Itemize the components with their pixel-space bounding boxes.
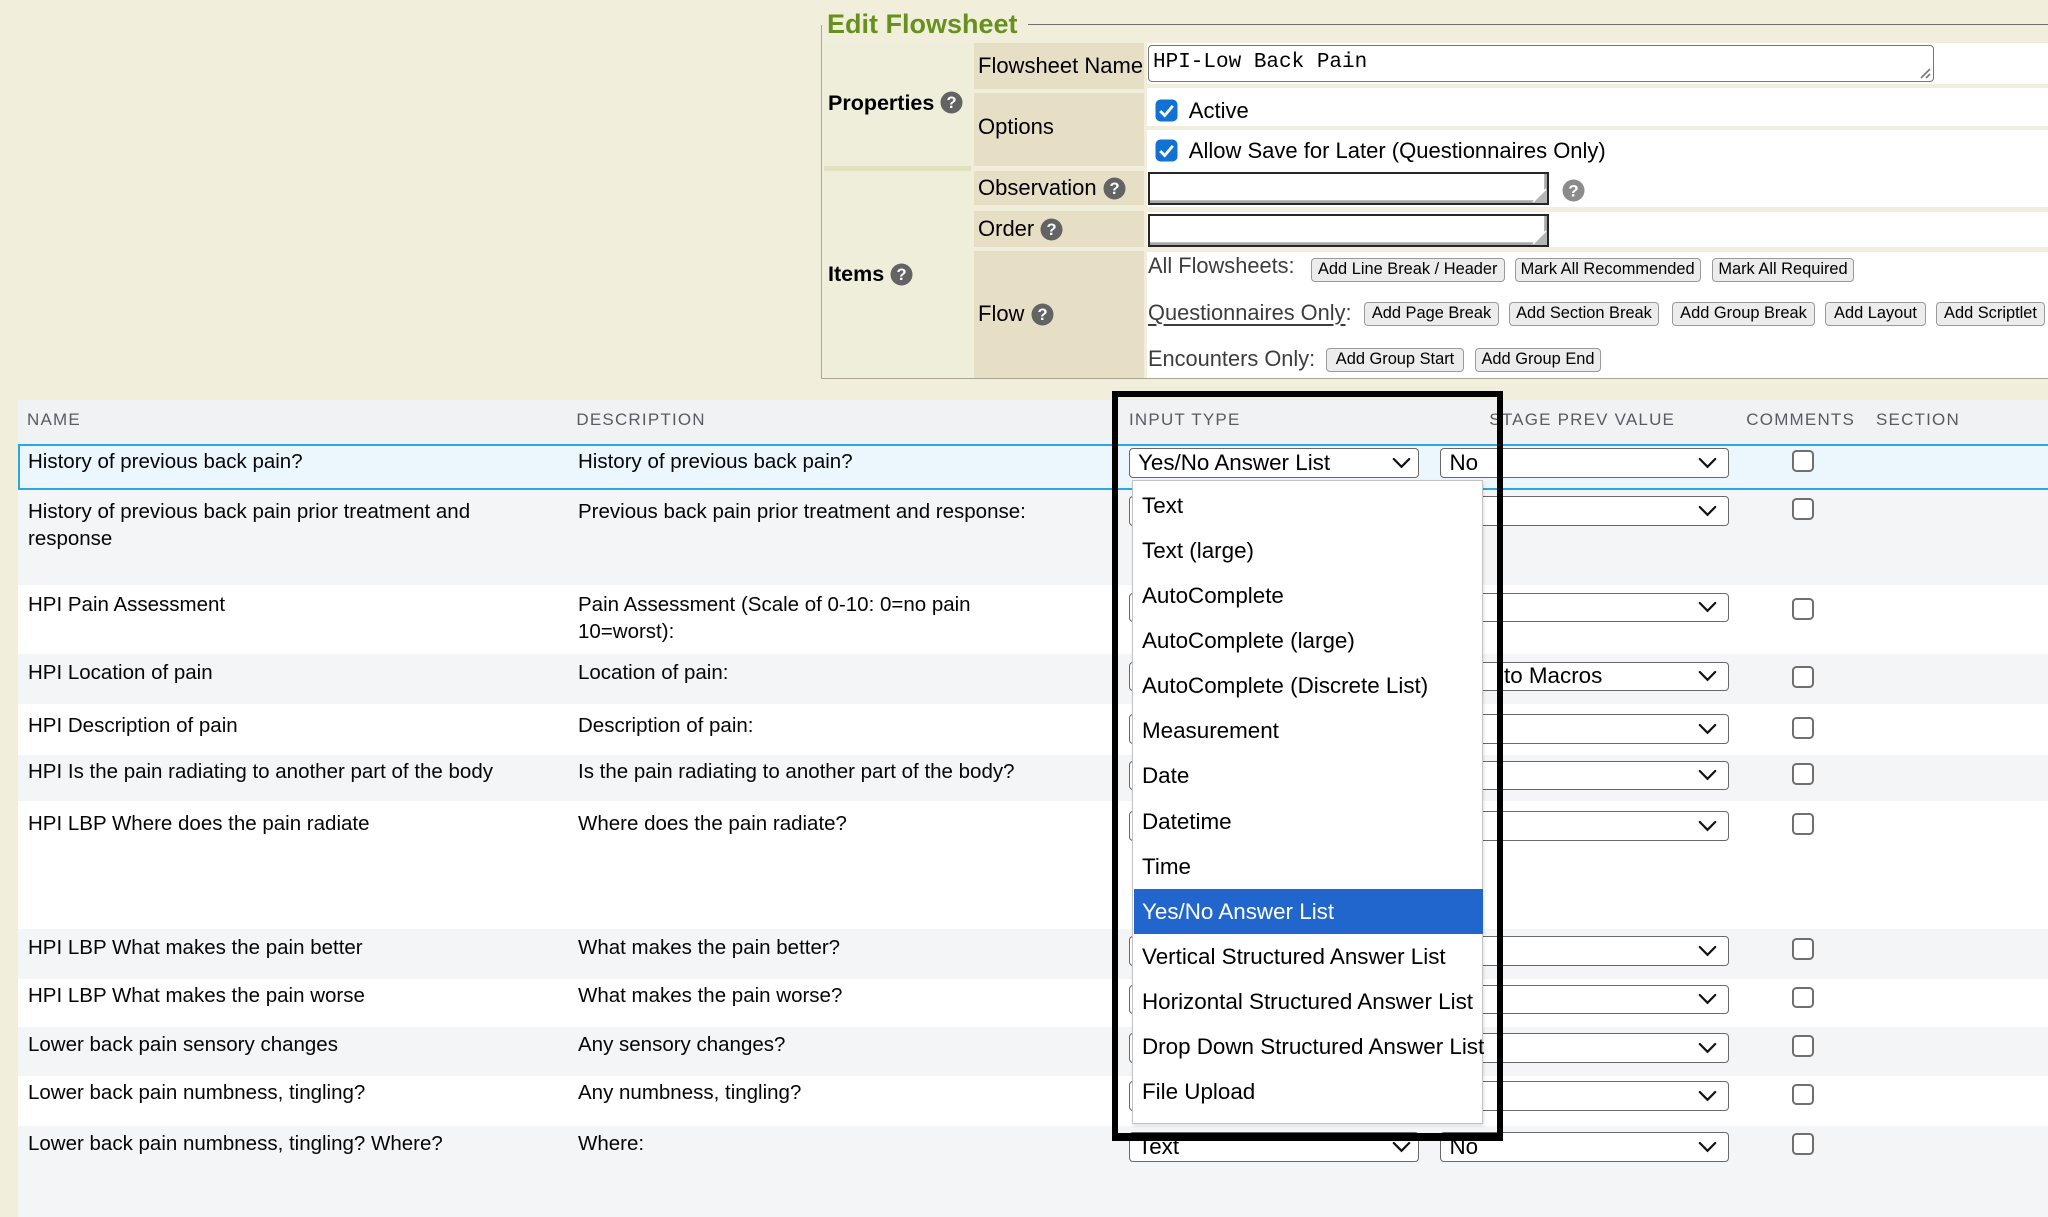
- svg-text:?: ?: [1037, 306, 1047, 324]
- svg-text:?: ?: [1047, 221, 1057, 239]
- svg-text:?: ?: [1568, 181, 1578, 200]
- svg-text:?: ?: [947, 94, 957, 112]
- svg-text:?: ?: [897, 266, 907, 284]
- svg-text:?: ?: [1109, 180, 1119, 198]
